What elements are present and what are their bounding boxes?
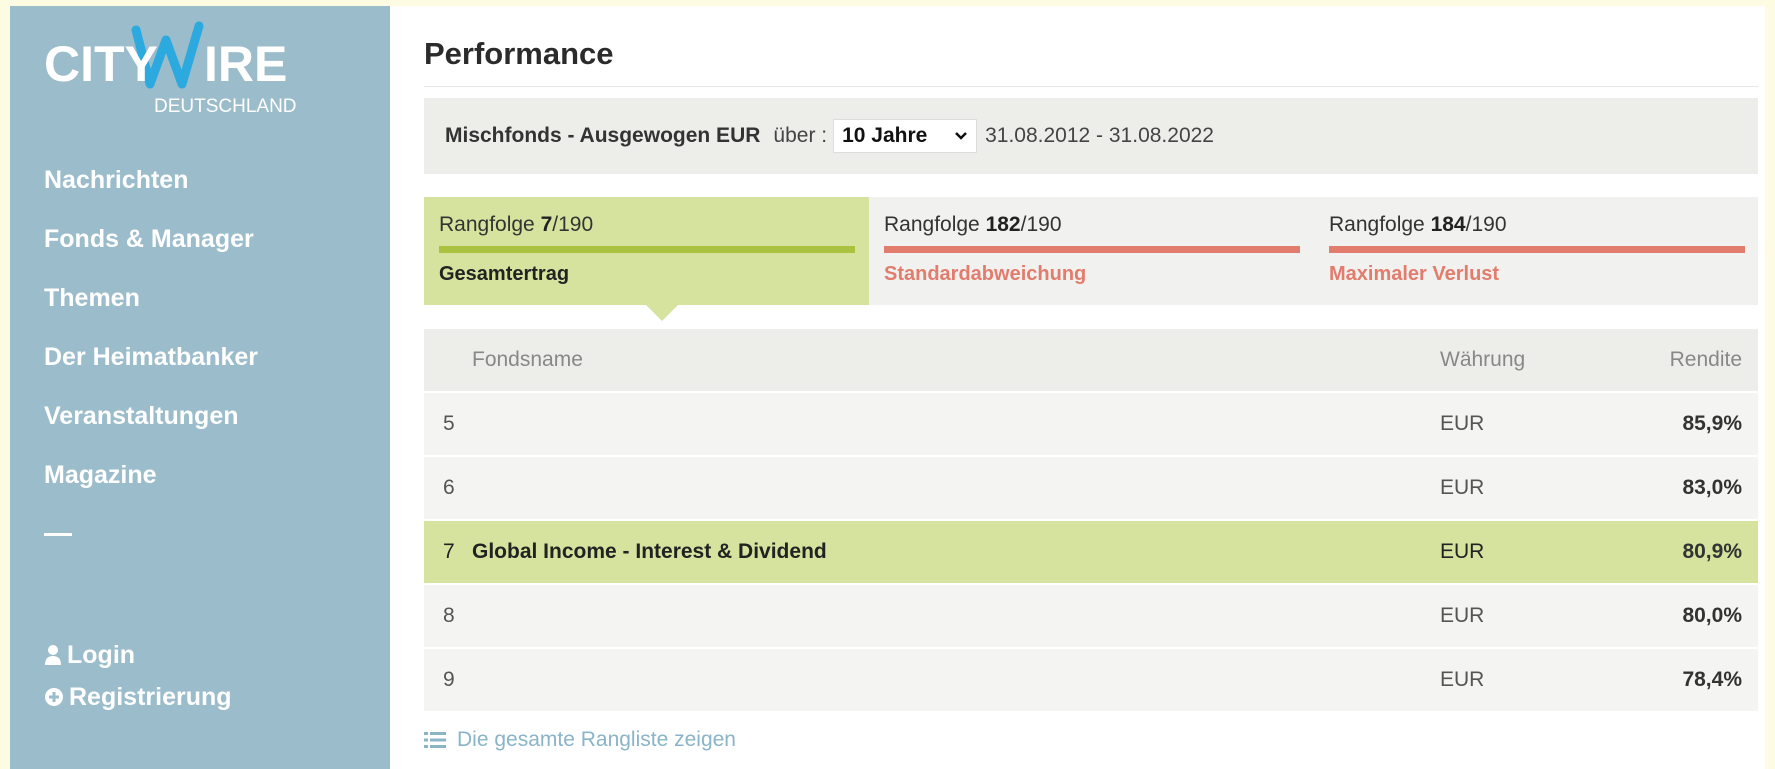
row-currency: EUR xyxy=(1440,668,1485,691)
over-label: über : xyxy=(773,124,828,147)
row-rank: 7 xyxy=(443,540,455,563)
period-select[interactable]: 10 Jahre xyxy=(833,119,978,153)
rank-prefix: Rangfolge xyxy=(884,213,986,236)
row-return: 80,0% xyxy=(1682,604,1742,627)
row-currency: EUR xyxy=(1440,476,1485,499)
nav-item-nachrichten[interactable]: Nachrichten xyxy=(44,160,258,219)
row-rank: 5 xyxy=(443,412,455,435)
tab-metric: Maximaler Verlust xyxy=(1329,263,1500,285)
nav-item-fonds-manager[interactable]: Fonds & Manager xyxy=(44,219,258,278)
table-header: Fondsname Währung Rendite xyxy=(424,329,1758,391)
period-value: 10 Jahre xyxy=(842,124,928,147)
ranking-tabs: Rangfolge 7/190 Gesamtertrag Rangfolge 1… xyxy=(424,197,1758,321)
table-row[interactable]: 6 EUR 83,0% xyxy=(424,457,1758,519)
rank-total: /190 xyxy=(1465,213,1507,236)
row-rank: 9 xyxy=(443,668,455,691)
tab-bar xyxy=(884,246,1300,253)
chevron-down-icon xyxy=(955,132,967,140)
row-rank: 8 xyxy=(443,604,455,627)
logo-subtitle: DEUTSCHLAND xyxy=(154,96,297,117)
tab-rank: Rangfolge 7/190 xyxy=(439,213,855,237)
main-content: Performance Mischfonds - Ausgewogen EUR … xyxy=(390,6,1765,769)
row-currency: EUR xyxy=(1440,540,1485,563)
fund-category: Mischfonds - Ausgewogen EUR xyxy=(445,124,761,147)
tab-rank: Rangfolge 182/190 xyxy=(884,213,1300,237)
page-title: Performance xyxy=(424,36,614,71)
table-row[interactable]: 9 EUR 78,4% xyxy=(424,649,1758,711)
row-return: 85,9% xyxy=(1682,412,1742,435)
rank-value: 7 xyxy=(540,213,553,236)
login-link[interactable]: Login xyxy=(44,634,232,676)
active-tab-pointer xyxy=(646,305,678,321)
rank-prefix: Rangfolge xyxy=(1329,213,1431,236)
title-divider xyxy=(424,86,1758,87)
tab-bar xyxy=(1329,246,1745,253)
rank-value: 184 xyxy=(1430,213,1466,236)
row-rank: 6 xyxy=(443,476,455,499)
header-rendite[interactable]: Rendite xyxy=(1670,329,1742,391)
tab-standardabweichung[interactable]: Rangfolge 182/190 Standardabweichung xyxy=(869,197,1314,305)
row-return: 80,9% xyxy=(1682,540,1742,563)
full-ranking-link[interactable]: Die gesamte Rangliste zeigen xyxy=(424,728,736,752)
sidebar: CITY IRE DEUTSCHLAND Nachrichten Fonds &… xyxy=(10,6,390,769)
header-waehrung[interactable]: Währung xyxy=(1440,329,1525,391)
table-row[interactable]: 8 EUR 80,0% xyxy=(424,585,1758,647)
tab-gesamtertrag[interactable]: Rangfolge 7/190 Gesamtertrag xyxy=(424,197,869,305)
nav-item-heimatbanker[interactable]: Der Heimatbanker xyxy=(44,337,258,396)
nav-item-veranstaltungen[interactable]: Veranstaltungen xyxy=(44,396,258,455)
row-fund-name[interactable]: Global Income - Interest & Dividend xyxy=(472,521,827,583)
list-icon xyxy=(424,732,446,748)
register-label: Registrierung xyxy=(69,682,232,711)
table-row[interactable]: 5 EUR 85,9% xyxy=(424,393,1758,455)
plus-circle-icon xyxy=(45,688,63,706)
tab-bar xyxy=(439,246,855,253)
tab-rank: Rangfolge 184/190 xyxy=(1329,213,1744,237)
rank-value: 182 xyxy=(985,213,1021,236)
filter-bar: Mischfonds - Ausgewogen EUR über : 10 Ja… xyxy=(424,98,1758,174)
full-ranking-label: Die gesamte Rangliste zeigen xyxy=(457,728,736,751)
main-nav: Nachrichten Fonds & Manager Themen Der H… xyxy=(44,160,258,514)
auth-links: Login Registrierung xyxy=(44,634,232,718)
register-link[interactable]: Registrierung xyxy=(44,676,232,718)
rank-total: /190 xyxy=(1020,213,1062,236)
nav-item-themen[interactable]: Themen xyxy=(44,278,258,337)
rank-total: /190 xyxy=(552,213,594,236)
login-label: Login xyxy=(67,640,136,669)
logo-ire: IRE xyxy=(204,36,287,92)
rank-prefix: Rangfolge xyxy=(439,213,541,236)
user-icon xyxy=(45,645,61,665)
header-fondsname[interactable]: Fondsname xyxy=(472,329,583,391)
table-row-highlighted[interactable]: 7 Global Income - Interest & Dividend EU… xyxy=(424,521,1758,583)
row-return: 78,4% xyxy=(1682,668,1742,691)
tab-maximaler-verlust[interactable]: Rangfolge 184/190 Maximaler Verlust xyxy=(1314,197,1758,305)
row-currency: EUR xyxy=(1440,412,1485,435)
row-return: 83,0% xyxy=(1682,476,1742,499)
nav-item-magazine[interactable]: Magazine xyxy=(44,455,258,514)
ranking-table: Fondsname Währung Rendite 5 EUR 85,9% 6 … xyxy=(424,329,1758,711)
logo-city: CITY xyxy=(44,36,158,92)
row-currency: EUR xyxy=(1440,604,1485,627)
nav-divider xyxy=(44,533,72,536)
citywire-logo[interactable]: CITY IRE DEUTSCHLAND xyxy=(44,20,314,120)
tab-metric: Standardabweichung xyxy=(884,263,1087,285)
date-range: 31.08.2012 - 31.08.2022 xyxy=(985,124,1214,147)
tab-metric: Gesamtertrag xyxy=(439,263,570,285)
